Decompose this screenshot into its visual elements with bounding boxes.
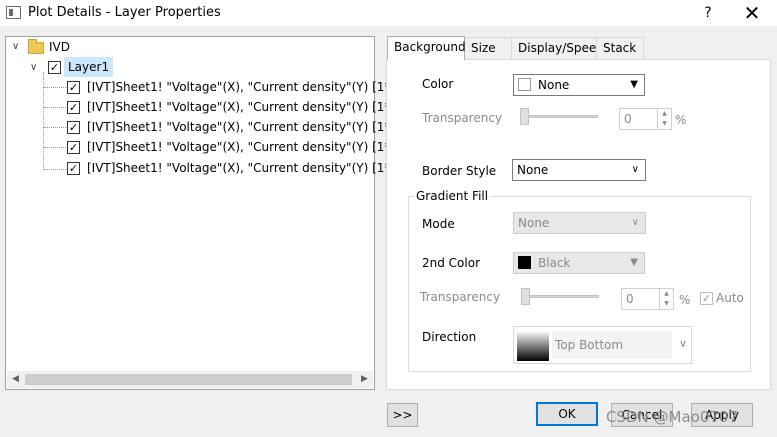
auto-checkbox[interactable]: ✓: [700, 292, 713, 305]
border-style-value: None: [517, 163, 549, 177]
direction-value: Top Bottom: [552, 331, 672, 359]
transparency-slider-thumb[interactable]: [520, 108, 529, 125]
tab-background[interactable]: Background: [387, 36, 466, 60]
gradient-transparency-slider-track[interactable]: [521, 295, 599, 298]
gradient-transparency-slider-thumb[interactable]: [521, 288, 530, 305]
plot-checkbox[interactable]: ✓: [67, 121, 80, 134]
gradient-transparency-label: Transparency: [420, 290, 501, 304]
horizontal-scrollbar[interactable]: ◀ ▶: [7, 371, 373, 388]
plot-item[interactable]: [IVT]Sheet1! "Voltage"(X), "Current dens…: [87, 158, 425, 178]
watermark: CSDN @Mao0707: [606, 408, 739, 426]
transparency-slider-track[interactable]: [520, 115, 598, 118]
tree-connector: [44, 127, 66, 128]
mode-label: Mode: [422, 217, 455, 231]
tab-size[interactable]: Size: [464, 37, 512, 59]
percent-label: %: [675, 113, 687, 127]
gradient-fill-title: Gradient Fill: [414, 189, 491, 203]
spin-down-icon[interactable]: ▼: [657, 119, 671, 129]
ok-button[interactable]: OK: [536, 402, 598, 426]
chevron-down-icon: ∨: [631, 164, 639, 175]
direction-label: Direction: [422, 330, 477, 344]
dropdown-arrow-icon: ▼: [630, 257, 638, 268]
gradient-percent-label: %: [679, 293, 691, 307]
spin-down-icon[interactable]: ▼: [659, 299, 673, 309]
second-color-value: Black: [538, 256, 571, 270]
gradient-preview: [517, 331, 549, 361]
chevron-down-icon: ∨: [631, 217, 639, 228]
tree-connector: [44, 147, 66, 148]
color-dropdown[interactable]: None ▼: [513, 74, 645, 96]
scrollbar-thumb[interactable]: [25, 374, 352, 385]
second-color-dropdown[interactable]: Black ▼: [513, 252, 645, 274]
black-swatch: [518, 256, 531, 269]
border-style-label: Border Style: [422, 164, 497, 178]
plot-checkbox[interactable]: ✓: [67, 101, 80, 114]
expand-button[interactable]: >>: [387, 403, 418, 427]
second-color-label: 2nd Color: [422, 256, 481, 270]
spin-up-icon[interactable]: ▲: [657, 109, 671, 119]
dropdown-arrow-icon: ▼: [630, 79, 638, 90]
color-swatch: [518, 78, 531, 91]
help-button[interactable]: ?: [696, 2, 720, 24]
mode-dropdown[interactable]: None ∨: [513, 212, 646, 234]
scroll-left-icon[interactable]: ◀: [7, 371, 24, 388]
gradient-transparency-spinbox[interactable]: 0 ▲ ▼: [621, 288, 674, 310]
window-app-icon: [6, 6, 21, 19]
plot-item[interactable]: [IVT]Sheet1! "Voltage"(X), "Current dens…: [87, 117, 425, 137]
tree-connector: [44, 107, 66, 108]
folder-icon: [28, 39, 44, 54]
tab-stack[interactable]: Stack: [596, 37, 644, 59]
close-button[interactable]: ✕: [736, 2, 768, 24]
scroll-right-icon[interactable]: ▶: [356, 371, 373, 388]
mode-value: None: [518, 216, 550, 230]
gradient-transparency-value: 0: [626, 292, 634, 306]
transparency-spinbox[interactable]: 0 ▲ ▼: [619, 108, 672, 130]
auto-label: Auto: [716, 291, 744, 305]
color-label: Color: [422, 77, 454, 91]
layer-checkbox[interactable]: ✓: [48, 61, 61, 74]
window-title: Plot Details - Layer Properties: [28, 5, 221, 20]
direction-dropdown[interactable]: Top Bottom ∨: [513, 326, 692, 364]
transparency-value: 0: [624, 112, 632, 126]
chevron-down-icon[interactable]: ∨: [12, 42, 22, 52]
plot-checkbox[interactable]: ✓: [67, 141, 80, 154]
color-value: None: [538, 78, 570, 92]
tree-layer-label[interactable]: Layer1: [64, 57, 114, 77]
plot-item[interactable]: [IVT]Sheet1! "Voltage"(X), "Current dens…: [87, 137, 425, 157]
chevron-down-icon: ∨: [678, 337, 687, 350]
spin-up-icon[interactable]: ▲: [659, 289, 673, 299]
transparency-label: Transparency: [422, 111, 503, 125]
plot-item[interactable]: [IVT]Sheet1! "Voltage"(X), "Current dens…: [87, 77, 425, 97]
chevron-down-icon[interactable]: ∨: [30, 63, 40, 73]
tree-connector: [44, 169, 66, 170]
tree-connector: [44, 87, 66, 88]
border-style-dropdown[interactable]: None ∨: [512, 159, 646, 181]
tree-root-label[interactable]: IVD: [49, 37, 70, 57]
tab-display-speed[interactable]: Display/Speed: [511, 37, 604, 59]
plot-item[interactable]: [IVT]Sheet1! "Voltage"(X), "Current dens…: [87, 97, 425, 117]
plot-tree-panel[interactable]: ∨ IVD ∨ ✓ Layer1 ✓ [IVT]Sheet1! "Voltage…: [5, 36, 425, 390]
plot-checkbox[interactable]: ✓: [67, 162, 80, 175]
plot-checkbox[interactable]: ✓: [67, 81, 80, 94]
